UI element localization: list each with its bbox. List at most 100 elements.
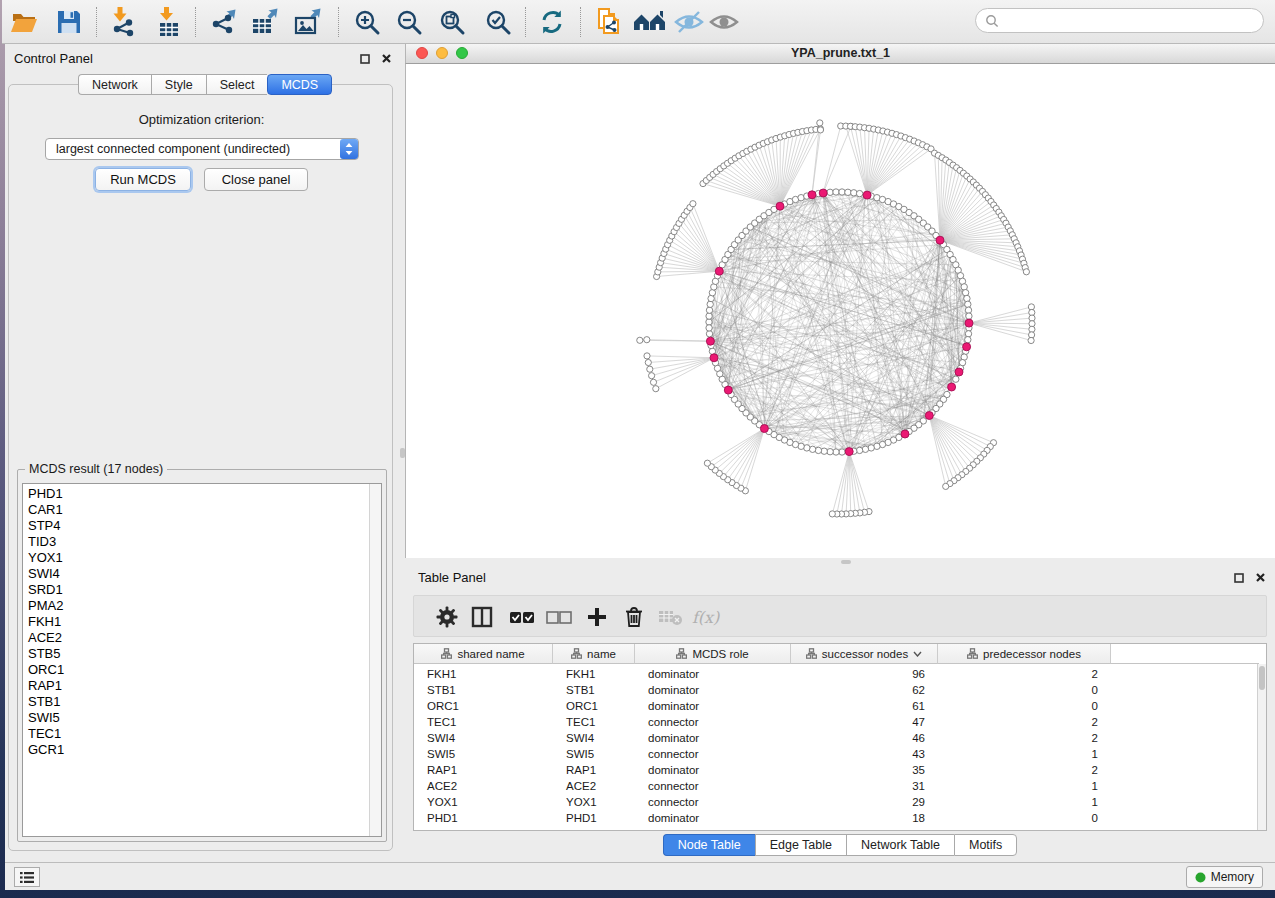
task-history-button[interactable] xyxy=(14,867,40,887)
mcds-result-item[interactable]: CAR1 xyxy=(23,502,381,518)
save-session-icon[interactable] xyxy=(52,5,86,39)
export-image-icon[interactable] xyxy=(292,5,326,39)
mcds-list-scrollbar[interactable] xyxy=(369,484,381,836)
tab-network[interactable]: Network xyxy=(78,74,151,95)
table-row[interactable]: TEC1TEC1connector472 xyxy=(414,714,1257,730)
tab-style[interactable]: Style xyxy=(151,74,206,95)
show-all-icon[interactable] xyxy=(707,5,741,39)
table-cell: STB1 xyxy=(414,682,553,698)
tab-edge-table[interactable]: Edge Table xyxy=(755,834,846,856)
columns-icon[interactable] xyxy=(466,601,498,633)
gear-icon[interactable] xyxy=(431,601,463,633)
run-mcds-button[interactable]: Run MCDS xyxy=(95,168,191,191)
import-table-icon[interactable] xyxy=(152,5,186,39)
table-row[interactable]: FKH1FKH1dominator962 xyxy=(414,666,1257,682)
search-input[interactable] xyxy=(975,8,1264,33)
memory-label: Memory xyxy=(1211,870,1254,884)
delete-row-icon[interactable] xyxy=(618,601,650,633)
zoom-selected-icon[interactable] xyxy=(481,5,515,39)
zoom-out-icon[interactable] xyxy=(392,5,426,39)
mcds-result-item[interactable]: FKH1 xyxy=(23,614,381,630)
float-icon[interactable] xyxy=(1234,573,1244,583)
table-cell: 1 xyxy=(938,778,1111,794)
table-cell: 0 xyxy=(938,698,1111,714)
column-header-predecessor-nodes[interactable]: predecessor nodes xyxy=(938,644,1111,664)
mcds-result-item[interactable]: ORC1 xyxy=(23,662,381,678)
table-cell: 43 xyxy=(791,746,938,762)
tab-node-table[interactable]: Node Table xyxy=(663,834,755,856)
table-row[interactable]: SWI5SWI5connector431 xyxy=(414,746,1257,762)
uncheck-all-icon[interactable] xyxy=(543,601,575,633)
delete-table-icon xyxy=(655,601,687,633)
table-row[interactable]: ORC1ORC1dominator610 xyxy=(414,698,1257,714)
add-row-icon[interactable] xyxy=(581,601,613,633)
mcds-result-item[interactable]: RAP1 xyxy=(23,678,381,694)
table-scrollbar[interactable] xyxy=(1257,664,1266,830)
open-session-icon[interactable] xyxy=(7,5,41,39)
mcds-result-list[interactable]: PHD1CAR1STP4TID3YOX1SWI4SRD1PMA2FKH1ACE2… xyxy=(22,483,382,837)
mcds-result-item[interactable]: STB5 xyxy=(23,646,381,662)
hide-selected-icon[interactable] xyxy=(672,5,706,39)
table-cell: 0 xyxy=(938,810,1111,826)
column-header-successor-nodes[interactable]: successor nodes xyxy=(791,644,938,664)
zoom-fit-icon[interactable] xyxy=(435,5,469,39)
table-row[interactable]: ACE2ACE2connector311 xyxy=(414,778,1257,794)
float-icon[interactable] xyxy=(360,54,370,64)
table-cell: 1 xyxy=(938,746,1111,762)
table-cell: 62 xyxy=(791,682,938,698)
table-row[interactable]: YOX1YOX1connector291 xyxy=(414,794,1257,810)
mcds-result-item[interactable]: PHD1 xyxy=(23,486,381,502)
network-window-titlebar[interactable]: YPA_prune.txt_1 xyxy=(405,44,1275,64)
network-canvas[interactable] xyxy=(405,64,1275,558)
mcds-result-item[interactable]: STP4 xyxy=(23,518,381,534)
table-cell: dominator xyxy=(635,810,791,826)
column-header-shared-name[interactable]: shared name xyxy=(414,644,553,664)
mcds-result-item[interactable]: SRD1 xyxy=(23,582,381,598)
mcds-result-item[interactable]: SWI5 xyxy=(23,710,381,726)
zoom-in-icon[interactable] xyxy=(350,5,384,39)
close-panel-button[interactable]: Close panel xyxy=(204,168,308,191)
table-cell: ACE2 xyxy=(414,778,553,794)
table-row[interactable]: SWI4SWI4dominator462 xyxy=(414,730,1257,746)
table-tabs: Node TableEdge TableNetwork TableMotifs xyxy=(405,834,1275,856)
table-cell: connector xyxy=(635,794,791,810)
mcds-result-item[interactable]: TID3 xyxy=(23,534,381,550)
table-row[interactable]: RAP1RAP1dominator352 xyxy=(414,762,1257,778)
criterion-dropdown[interactable]: largest connected component (undirected) xyxy=(45,138,359,160)
close-icon[interactable] xyxy=(381,53,392,64)
application-window: Control Panel NetworkStyleSelectMCDS Opt… xyxy=(2,0,1275,890)
horizontal-splitter[interactable] xyxy=(405,558,1275,566)
toolbar-separator xyxy=(525,7,526,37)
check-all-icon[interactable] xyxy=(506,601,538,633)
export-table-icon[interactable] xyxy=(249,5,283,39)
tab-select[interactable]: Select xyxy=(206,74,268,95)
table-row[interactable]: STB1STB1dominator620 xyxy=(414,682,1257,698)
table-cell: connector xyxy=(635,746,791,762)
mcds-result-item[interactable]: ACE2 xyxy=(23,630,381,646)
main-toolbar xyxy=(2,0,1275,44)
table-cell: RAP1 xyxy=(414,762,553,778)
mcds-result-item[interactable]: GCR1 xyxy=(23,742,381,758)
tab-motifs[interactable]: Motifs xyxy=(954,834,1017,856)
mcds-result-item[interactable]: PMA2 xyxy=(23,598,381,614)
refresh-view-icon[interactable] xyxy=(535,5,569,39)
duplicate-network-icon[interactable] xyxy=(592,5,626,39)
table-row[interactable]: PHD1PHD1dominator180 xyxy=(414,810,1257,826)
export-network-icon[interactable] xyxy=(208,5,242,39)
table-cell: YOX1 xyxy=(553,794,635,810)
import-network-icon[interactable] xyxy=(107,5,141,39)
tab-network-table[interactable]: Network Table xyxy=(846,834,954,856)
column-header-MCDS-role[interactable]: MCDS role xyxy=(635,644,791,664)
close-icon[interactable] xyxy=(1255,572,1266,583)
first-neighbors-icon[interactable] xyxy=(633,5,667,39)
tab-mcds[interactable]: MCDS xyxy=(267,74,332,95)
mcds-result-item[interactable]: SWI4 xyxy=(23,566,381,582)
mcds-result-item[interactable]: YOX1 xyxy=(23,550,381,566)
table-cell: 35 xyxy=(791,762,938,778)
mcds-result-item[interactable]: TEC1 xyxy=(23,726,381,742)
table-cell: 96 xyxy=(791,666,938,682)
column-header-name[interactable]: name xyxy=(553,644,635,664)
table-toolbar: f(x) xyxy=(413,595,1267,637)
mcds-result-item[interactable]: STB1 xyxy=(23,694,381,710)
memory-button[interactable]: Memory xyxy=(1186,866,1263,888)
